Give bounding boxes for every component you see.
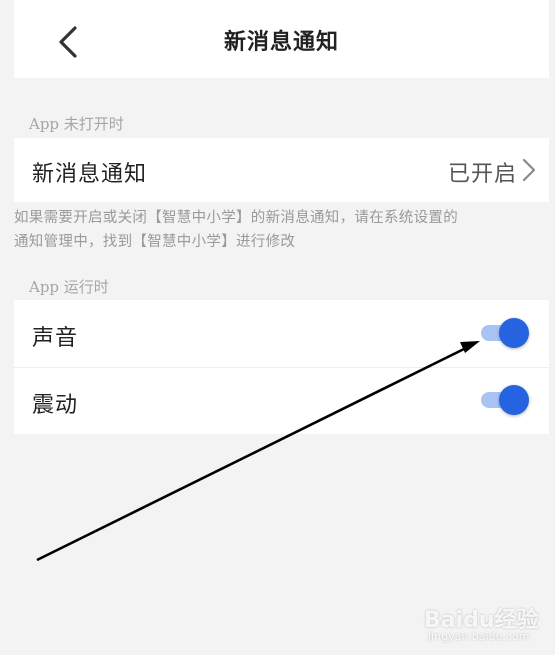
vibration-row: 震动 (14, 368, 549, 434)
baidu-jingyan-watermark: Baidu经验 jingyan.baidu.com (424, 598, 552, 648)
notification-hint-text: 如果需要开启或关闭【智慧中小学】的新消息通知，请在系统设置的 通知管理中，找到【… (14, 206, 554, 254)
row-title-sound: 声音 (32, 326, 79, 351)
row-title-new-message: 新消息通知 (32, 162, 148, 187)
watermark-url: jingyan.baidu.com (428, 630, 530, 643)
vibration-toggle[interactable] (481, 385, 529, 415)
sound-toggle[interactable] (481, 318, 529, 348)
hint-line-2: 通知管理中，找到【智慧中小学】进行修改 (14, 234, 296, 250)
sound-row: 声音 (14, 300, 549, 367)
hint-line-1: 如果需要开启或关闭【智慧中小学】的新消息通知，请在系统设置的 (14, 210, 458, 226)
new-message-notification-row[interactable]: 新消息通知 已开启 (14, 138, 549, 202)
section-label-app-running: App 运行时 (29, 278, 109, 296)
page-title: 新消息通知 (223, 29, 339, 55)
toggle-thumb (499, 385, 529, 415)
notification-status-value: 已开启 (447, 162, 517, 187)
section-label-app-closed: App 未打开时 (29, 115, 124, 133)
chevron-right-icon (522, 158, 536, 182)
toggle-thumb (499, 318, 529, 348)
header-bar: 新消息通知 (14, 0, 549, 78)
row-title-vibration: 震动 (32, 393, 79, 418)
